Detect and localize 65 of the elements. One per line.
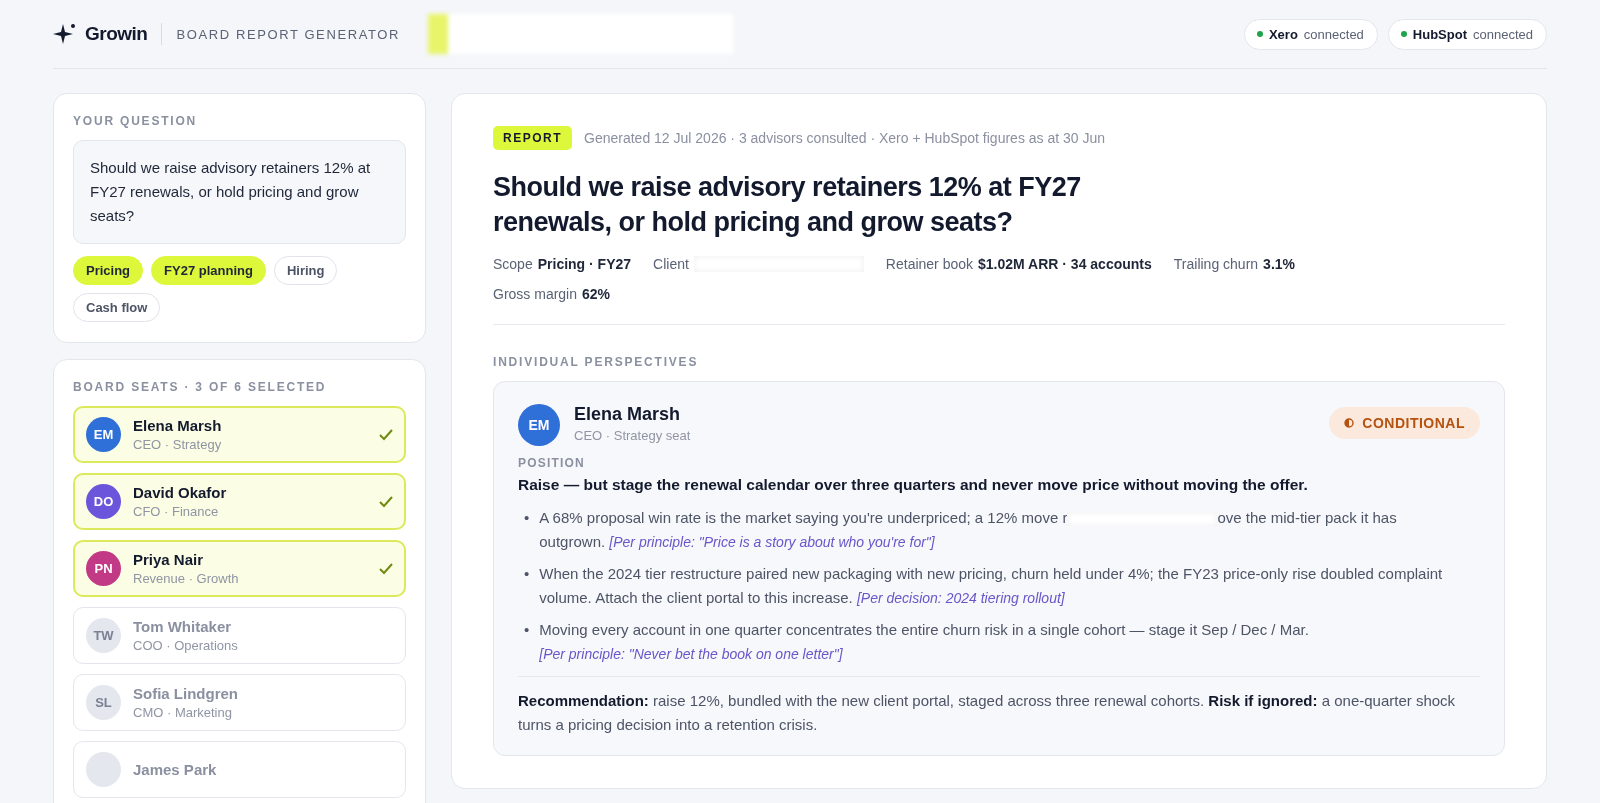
bullet-point: When the 2024 tier restructure paired new packaging with new pricing, churn held under 4%; the FY23 price-only rise doubled complaint volume. Attach the client portal to this increase. [Per decision: 2024 tiering rollout] (539, 564, 1444, 608)
seat-name: Sofia Lindgren (133, 685, 239, 702)
seat-item[interactable]: EM Elena Marsh CEO · Strategy (73, 406, 406, 463)
avatar: DO (86, 484, 121, 519)
citation: [Per decision: 2024 tiering rollout] (856, 590, 1065, 606)
seat-role: Revenue · Growth (133, 571, 240, 586)
section-heading: INDIVIDUAL PERSPECTIVES (493, 355, 700, 369)
bullet-marker: • (524, 508, 530, 528)
citation: [Per principle: "Price is a story about who you're for"] (609, 534, 935, 550)
position-statement: Raise — but stage the renewal calendar over three quarters and never move price without moving the offer. (518, 476, 1309, 494)
seat-name: Priya Nair (133, 551, 205, 568)
avatar: SL (86, 685, 121, 720)
seat-name: James Park (133, 761, 218, 778)
fact-value: Pricing · FY27 (537, 256, 632, 272)
check-icon (379, 562, 393, 575)
fact-value: 3.1% (1263, 256, 1295, 272)
topic-tag[interactable]: Cash flow (73, 293, 161, 322)
brand-name: Growin (85, 23, 163, 45)
advisor-name: Elena Marsh (574, 404, 682, 425)
stance-badge: CONDITIONAL (1329, 407, 1480, 439)
integration-name: Xero (1268, 26, 1298, 42)
fact-label: Retainer book (885, 256, 974, 272)
check-icon (379, 428, 393, 441)
fact-label: Gross margin (493, 286, 578, 302)
product-name: BOARD REPORT GENERATOR (176, 26, 400, 42)
seat-name: David Okafor (133, 484, 228, 501)
seat-name: Elena Marsh (133, 417, 223, 434)
check-icon (379, 495, 393, 508)
avatar: EM (86, 417, 121, 452)
seat-name: Tom Whitaker (133, 618, 233, 635)
topic-tag[interactable]: Hiring (273, 256, 338, 285)
fact-label: Client (653, 256, 689, 272)
fact-label: Trailing churn (1173, 256, 1259, 272)
advisor-seat: CEO · Strategy seat (574, 428, 1316, 443)
report-title: Should we raise advisory retainers 12% at FY27 renewals, or hold pricing and grow seats? (493, 171, 1082, 239)
seat-item[interactable]: DO David Okafor CFO · Finance (73, 473, 406, 530)
fact-value: 62% (582, 286, 611, 302)
fact-label: Scope (493, 256, 533, 272)
seat-item[interactable]: PN Priya Nair Revenue · Growth (73, 540, 406, 597)
integration-status: connected (1303, 26, 1364, 42)
bullet-marker: • (524, 620, 530, 640)
topic-tag[interactable]: FY27 planning (151, 256, 266, 285)
avatar: PN (86, 551, 121, 586)
integration-status: connected (1473, 26, 1533, 42)
seat-role: CMO · Marketing (133, 705, 233, 720)
fact-value: $1.02M ARR · 34 accounts (978, 256, 1152, 272)
report-badge: REPORT (493, 126, 572, 150)
integration-name: HubSpot (1412, 26, 1467, 42)
seat-role: CEO · Strategy (133, 437, 223, 452)
topic-tag[interactable]: Pricing (73, 256, 144, 285)
field-label: POSITION (518, 456, 586, 470)
seat-role: COO · Operations (133, 638, 239, 653)
question-field[interactable]: Should we raise advisory retainers 12% at FY27 renewals, or hold pricing and grow seats? (73, 140, 406, 244)
avatar: TW (86, 618, 121, 653)
avatar: EM (518, 404, 560, 446)
report-meta: Generated 12 Jul 2026 · 3 advisors consulted · Xero + HubSpot figures as at 30 Jun (584, 130, 1106, 146)
half-circle-icon (1344, 418, 1355, 428)
seat-role: CFO · Finance (133, 504, 220, 519)
section-heading: YOUR QUESTION (73, 114, 199, 128)
bullet-point: A 68% proposal win rate is the market saying you're underpriced; a 12% move r ove the mid-tier pack it has outgrown. [Per principle: "Price is a story about who you're for"] (539, 508, 1398, 552)
section-heading: BOARD SEATS · 3 OF 6 SELECTED (73, 380, 328, 394)
bullet-marker: • (524, 564, 530, 584)
recommendation-summary: Recommendation: raise 12%, bundled with the new client portal, staged across three renewal cohorts. Risk if ignored: a one-quarter shock turns a pricing decision into a retention crisis. (518, 691, 1457, 735)
citation: [Per principle: "Never bet the book on one letter"] (539, 646, 843, 662)
bullet-point: Moving every account in one quarter concentrates the entire churn risk in a single cohort — stage it Sep / Dec / Mar. [Per principle: "Never bet the book on one letter"] (539, 620, 1310, 664)
